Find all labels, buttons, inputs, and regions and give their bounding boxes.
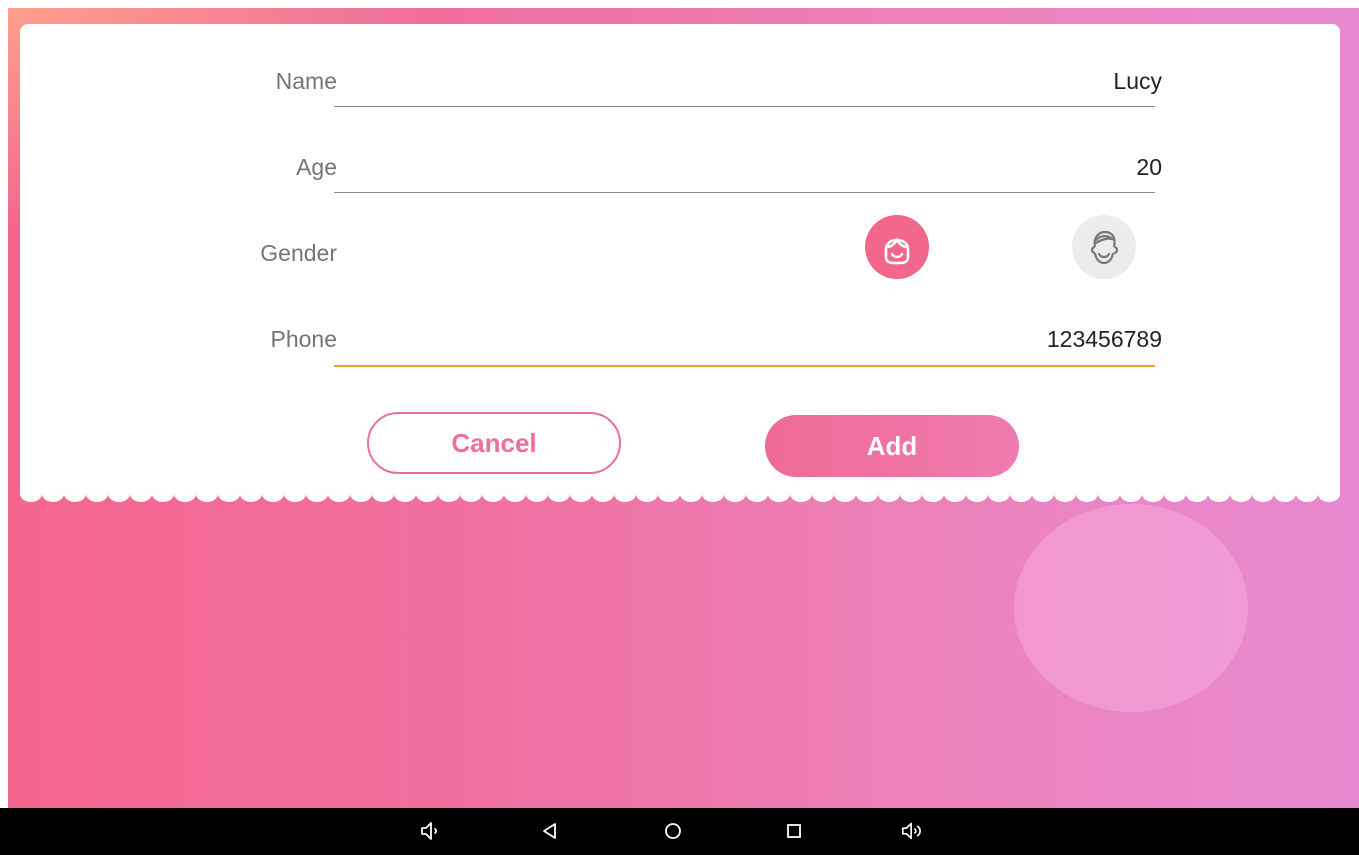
gender-row: Gender bbox=[20, 222, 1340, 282]
gender-label: Gender bbox=[260, 240, 337, 266]
phone-label: Phone bbox=[270, 326, 337, 352]
gender-female-button[interactable] bbox=[865, 215, 929, 279]
age-row: Age 20 bbox=[20, 136, 1340, 196]
add-person-form: Name Lucy Age 20 Gender Phone 123456789 … bbox=[20, 24, 1340, 494]
female-face-icon bbox=[884, 237, 910, 265]
male-face-icon bbox=[1090, 230, 1119, 265]
name-label: Name bbox=[275, 68, 337, 94]
volume-down-icon[interactable] bbox=[418, 818, 444, 844]
card-scallop-edge bbox=[20, 482, 1340, 504]
recents-icon[interactable] bbox=[781, 818, 807, 844]
age-label: Age bbox=[296, 154, 337, 180]
screen: Name Lucy Age 20 Gender Phone 123456789 … bbox=[0, 0, 1359, 855]
name-underline bbox=[334, 106, 1155, 107]
age-input[interactable]: 20 bbox=[1136, 154, 1162, 181]
phone-row: Phone 123456789 bbox=[20, 308, 1340, 368]
volume-up-icon[interactable] bbox=[900, 818, 926, 844]
gender-male-button[interactable] bbox=[1072, 215, 1136, 279]
decorative-bubble bbox=[1014, 504, 1248, 712]
system-nav-bar bbox=[0, 808, 1359, 855]
cancel-button[interactable]: Cancel bbox=[367, 412, 621, 474]
home-icon[interactable] bbox=[660, 818, 686, 844]
age-underline bbox=[334, 192, 1155, 193]
name-input[interactable]: Lucy bbox=[1113, 68, 1162, 95]
add-button[interactable]: Add bbox=[765, 415, 1019, 477]
phone-input[interactable]: 123456789 bbox=[1047, 326, 1162, 353]
back-icon[interactable] bbox=[537, 818, 563, 844]
name-row: Name Lucy bbox=[20, 50, 1340, 110]
phone-underline bbox=[334, 365, 1155, 367]
